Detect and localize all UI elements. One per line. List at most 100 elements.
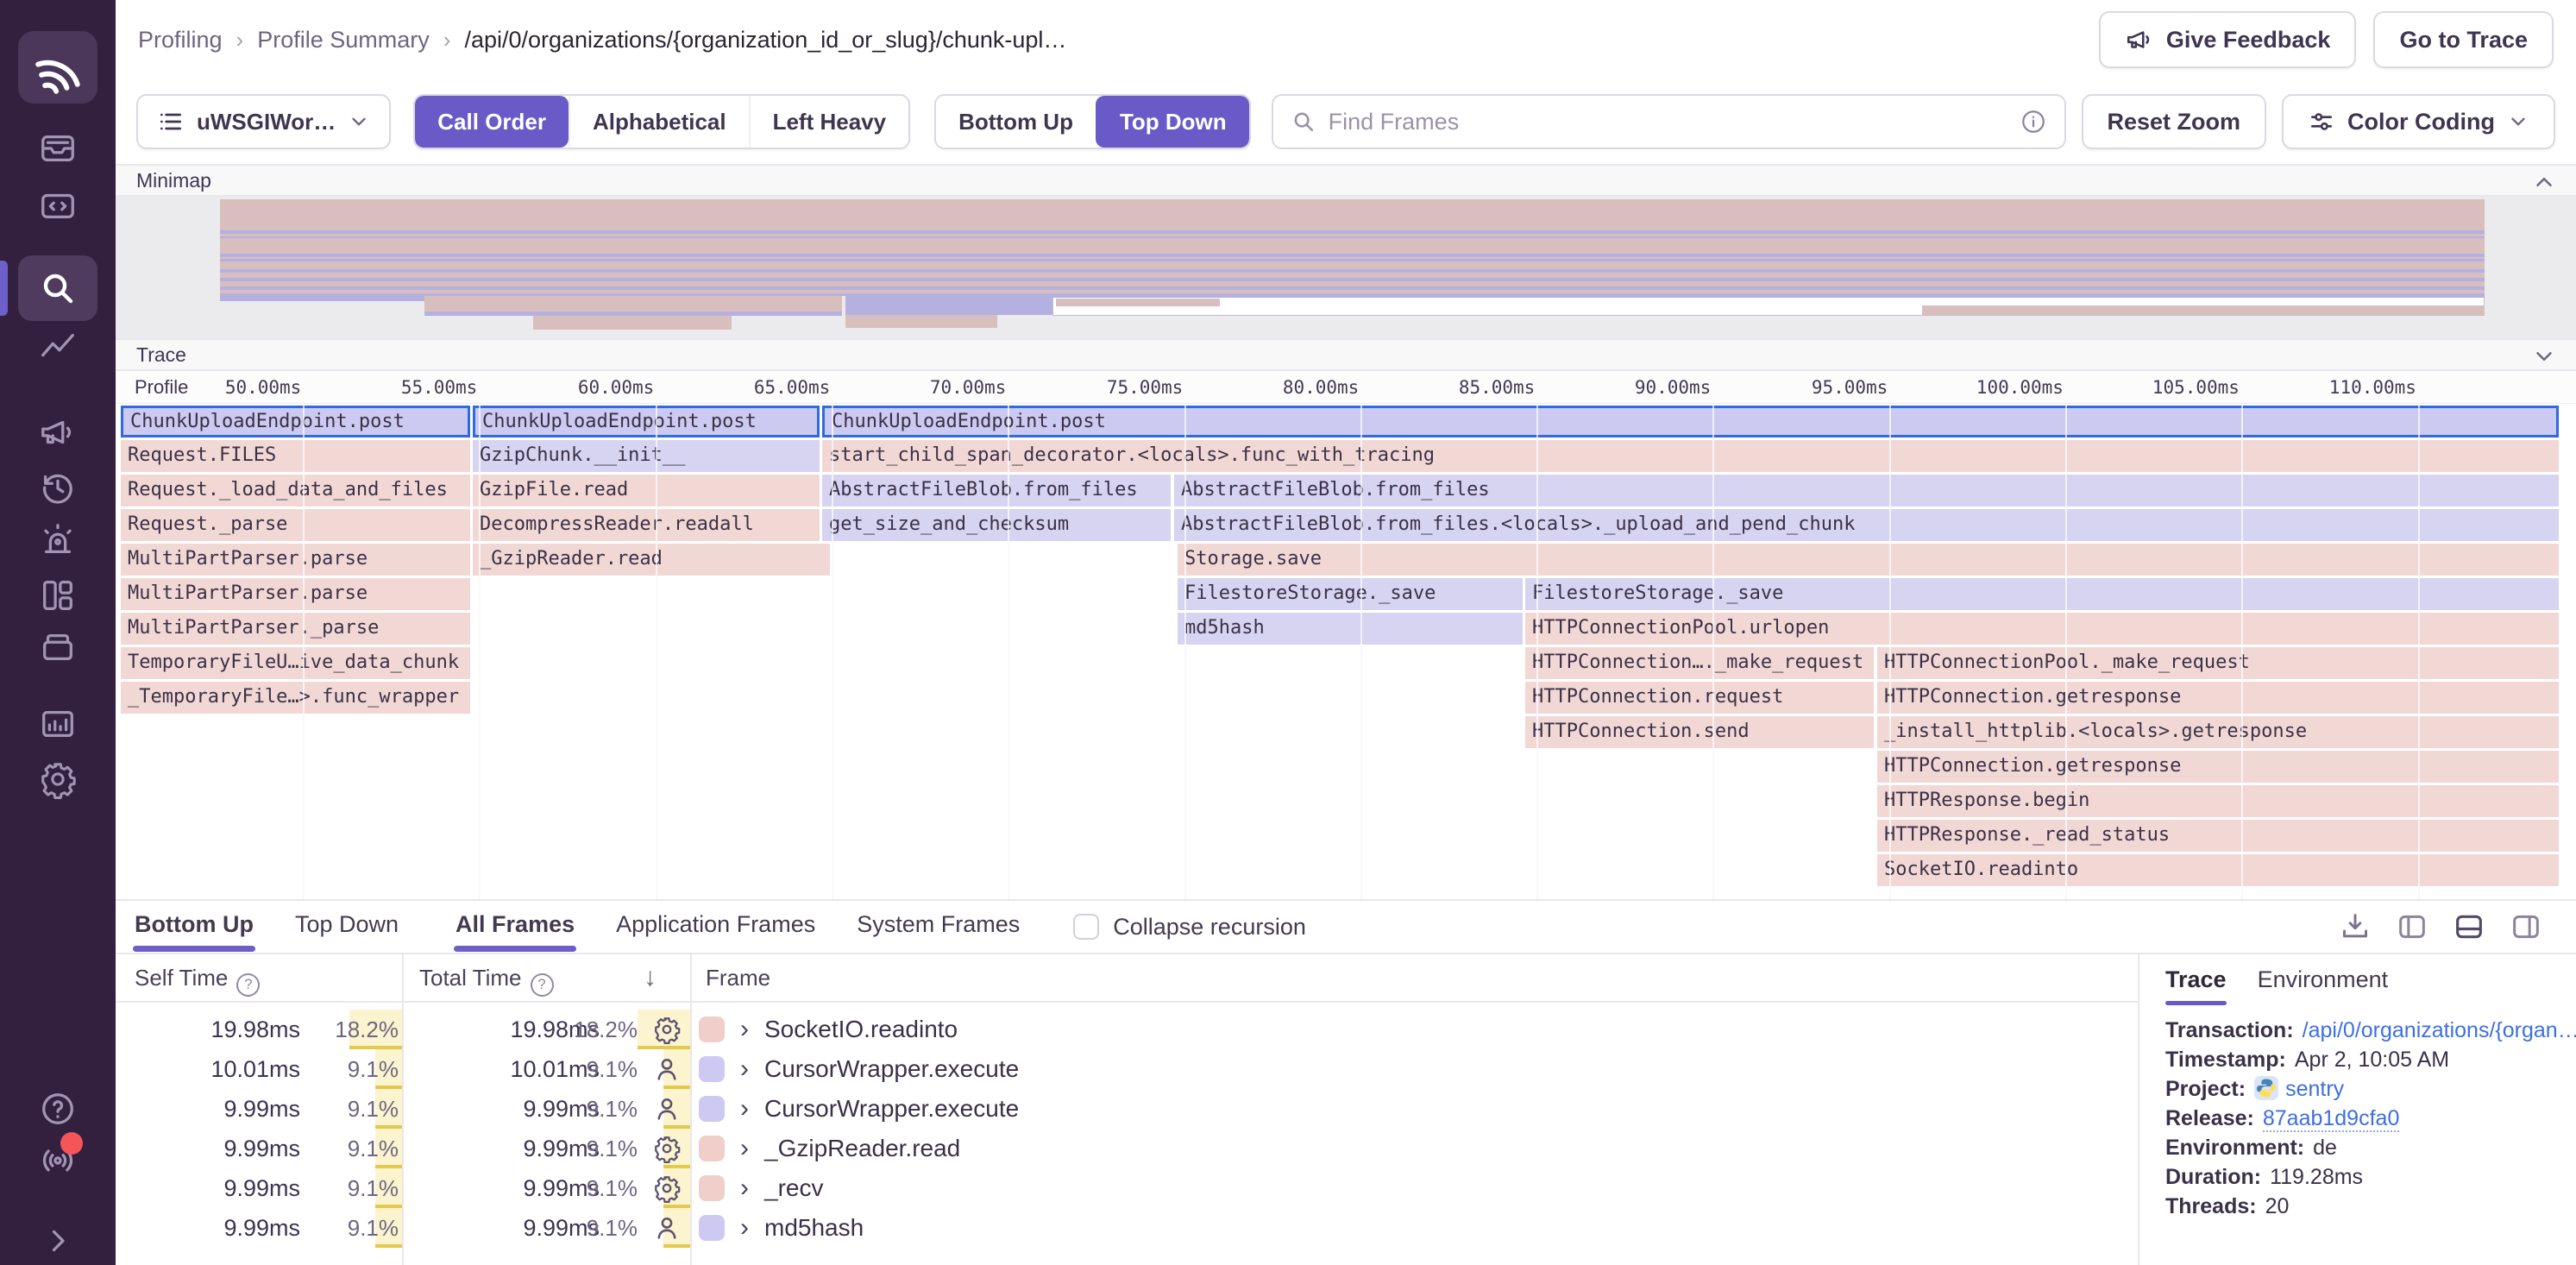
- self-time-column-header[interactable]: Self Time?: [135, 954, 260, 1001]
- flame-frame[interactable]: SocketIO.readinto: [1877, 854, 2559, 886]
- sidebar-item-archive[interactable]: [38, 627, 78, 667]
- details-value[interactable]: 87aab1d9cfa0: [2263, 1106, 2399, 1132]
- expand-chevron-icon[interactable]: ›: [740, 1056, 749, 1082]
- table-row[interactable]: 10.01ms9.1%10.01ms9.1%›CursorWrapper.exe…: [116, 1049, 2138, 1089]
- flame-frame[interactable]: HTTPResponse.begin: [1877, 785, 2559, 817]
- table-row[interactable]: 9.99ms9.1%9.99ms9.1%›_recv: [116, 1168, 2138, 1208]
- flame-frame[interactable]: get_size_and_checksum: [822, 509, 1171, 541]
- flame-frame[interactable]: HTTPResponse._read_status: [1877, 820, 2559, 852]
- expand-chevron-icon[interactable]: ›: [740, 1175, 749, 1201]
- flame-frame[interactable]: HTTPConnection.request: [1525, 682, 1874, 714]
- flame-frame[interactable]: ChunkUploadEndpoint.post: [822, 406, 2559, 437]
- sidebar-item-whats-new[interactable]: [38, 1139, 78, 1179]
- expand-chevron-icon[interactable]: ›: [740, 1215, 749, 1241]
- expand-chevron-icon[interactable]: ›: [740, 1016, 749, 1042]
- details-value[interactable]: sentry: [2285, 1077, 2344, 1101]
- flame-frame[interactable]: start_child_span_decorator.<locals>.func…: [822, 440, 2559, 472]
- find-frames-search[interactable]: [1272, 94, 2066, 149]
- sort-option-call-order[interactable]: Call Order: [415, 96, 569, 148]
- sidebar-item-stats[interactable]: [38, 704, 78, 744]
- sidebar-item-projects[interactable]: [38, 186, 78, 225]
- flame-frame[interactable]: HTTPConnectionPool.urlopen: [1525, 613, 2559, 645]
- flame-frame[interactable]: MultiPartParser._parse: [121, 613, 470, 645]
- flame-frame[interactable]: MultiPartParser.parse: [121, 578, 470, 610]
- flame-frame[interactable]: HTTPConnection.getresponse: [1877, 751, 2559, 783]
- flame-frame[interactable]: _install_httplib.<locals>.getresponse: [1877, 716, 2559, 748]
- direction-option-top-down[interactable]: Top Down: [1096, 96, 1249, 148]
- sidebar-item-insights[interactable]: [38, 327, 78, 367]
- sort-option-alphabetical[interactable]: Alphabetical: [569, 96, 749, 148]
- sidebar-item-issues[interactable]: [38, 129, 78, 168]
- flame-frame[interactable]: TemporaryFileU…ive_data_chunk: [121, 647, 470, 679]
- tab-application-frames[interactable]: Application Frames: [614, 903, 817, 952]
- question-icon[interactable]: ?: [531, 973, 554, 997]
- tab-system-frames[interactable]: System Frames: [855, 903, 1021, 952]
- collapse-trace-button[interactable]: [2531, 343, 2557, 374]
- table-row[interactable]: 19.98ms18.2%19.98ms18.2%›SocketIO.readin…: [116, 1010, 2138, 1049]
- flame-frame[interactable]: AbstractFileBlob.from_files: [1174, 475, 2559, 507]
- flame-frame[interactable]: _TemporaryFile…>.func_wrapper: [121, 682, 470, 714]
- find-frames-input[interactable]: [1329, 109, 2007, 135]
- collapse-minimap-button[interactable]: [2531, 169, 2557, 199]
- flame-frame[interactable]: FilestoreStorage._save: [1525, 578, 2559, 610]
- layout-right-icon[interactable]: [2509, 909, 2543, 944]
- sort-direction-icon[interactable]: ↓: [644, 954, 657, 1001]
- frame-column-header[interactable]: Frame: [706, 954, 770, 1001]
- thread-selector[interactable]: uWSGIWor…: [136, 94, 391, 149]
- sidebar-item-explore[interactable]: [18, 255, 97, 321]
- breadcrumb-item[interactable]: Profiling: [138, 27, 223, 53]
- tab-bottom-up[interactable]: Bottom Up: [133, 903, 255, 952]
- sidebar-item-help[interactable]: [38, 1089, 78, 1129]
- flame-frame[interactable]: _GzipReader.read: [473, 544, 830, 576]
- tab-top-down[interactable]: Top Down: [293, 903, 400, 952]
- flame-frame[interactable]: DecompressReader.readall: [473, 509, 820, 541]
- flamegraph[interactable]: ChunkUploadEndpoint.postChunkUploadEndpo…: [116, 404, 2576, 899]
- sidebar-item-releases[interactable]: [38, 468, 78, 507]
- sidebar-item-dashboards[interactable]: [38, 576, 78, 615]
- breadcrumb-item[interactable]: Profile Summary: [257, 27, 430, 53]
- flame-frame[interactable]: ChunkUploadEndpoint.post: [473, 406, 820, 437]
- flame-frame[interactable]: Request._parse: [121, 509, 470, 541]
- flame-frame[interactable]: AbstractFileBlob.from_files: [822, 475, 1171, 507]
- expand-chevron-icon[interactable]: ›: [740, 1096, 749, 1122]
- minimap-canvas[interactable]: [116, 197, 2576, 338]
- table-row[interactable]: 9.99ms9.1%9.99ms9.1%›CursorWrapper.execu…: [116, 1089, 2138, 1129]
- give-feedback-button[interactable]: Give Feedback: [2099, 11, 2357, 68]
- direction-option-bottom-up[interactable]: Bottom Up: [936, 96, 1096, 148]
- sidebar-item-feedback[interactable]: [38, 412, 78, 452]
- flame-frame[interactable]: HTTPConnectionPool._make_request: [1877, 647, 2559, 679]
- details-tab-environment[interactable]: Environment: [2258, 966, 2389, 1005]
- sidebar-item-alerts[interactable]: [38, 520, 78, 560]
- download-icon[interactable]: [2338, 909, 2372, 944]
- details-tab-trace[interactable]: Trace: [2165, 966, 2227, 1005]
- flame-frame[interactable]: HTTPConnection.send: [1525, 716, 1874, 748]
- flame-frame[interactable]: Storage.save: [1178, 544, 2559, 576]
- flame-frame[interactable]: GzipChunk.__init__: [473, 440, 820, 472]
- flame-frame[interactable]: md5hash: [1178, 613, 1523, 645]
- table-row[interactable]: 9.99ms9.1%9.99ms9.1%›_GzipReader.read: [116, 1129, 2138, 1168]
- total-time-column-header[interactable]: Total Time?: [419, 954, 554, 1001]
- color-coding-button[interactable]: Color Coding: [2282, 94, 2555, 149]
- layout-left-icon[interactable]: [2395, 909, 2429, 944]
- flame-frame[interactable]: GzipFile.read: [473, 475, 820, 507]
- flame-frame[interactable]: MultiPartParser.parse: [121, 544, 470, 576]
- collapse-sidebar-button[interactable]: [38, 1221, 78, 1261]
- info-icon[interactable]: [2020, 108, 2047, 135]
- go-to-trace-button[interactable]: Go to Trace: [2373, 11, 2554, 68]
- question-icon[interactable]: ?: [236, 973, 260, 997]
- flame-frame[interactable]: ChunkUploadEndpoint.post: [121, 406, 470, 437]
- flame-frame[interactable]: Request.FILES: [121, 440, 470, 472]
- flame-frame[interactable]: HTTPConnection…._make_request: [1525, 647, 1874, 679]
- tab-all-frames[interactable]: All Frames: [454, 903, 576, 952]
- reset-zoom-button[interactable]: Reset Zoom: [2082, 94, 2267, 149]
- expand-chevron-icon[interactable]: ›: [740, 1136, 749, 1161]
- table-row[interactable]: 9.99ms9.1%9.99ms9.1%›md5hash: [116, 1208, 2138, 1248]
- sidebar-item-settings[interactable]: [38, 759, 78, 799]
- flame-frame[interactable]: AbstractFileBlob.from_files.<locals>._up…: [1174, 509, 2559, 541]
- breadcrumb-item[interactable]: /api/0/organizations/{organization_id_or…: [464, 27, 1066, 53]
- flame-frame[interactable]: Request._load_data_and_files: [121, 475, 470, 507]
- sentry-logo[interactable]: [18, 31, 97, 104]
- sort-option-left-heavy[interactable]: Left Heavy: [749, 96, 909, 148]
- collapse-recursion-checkbox[interactable]: [1073, 914, 1099, 940]
- layout-bottom-icon[interactable]: [2452, 909, 2486, 944]
